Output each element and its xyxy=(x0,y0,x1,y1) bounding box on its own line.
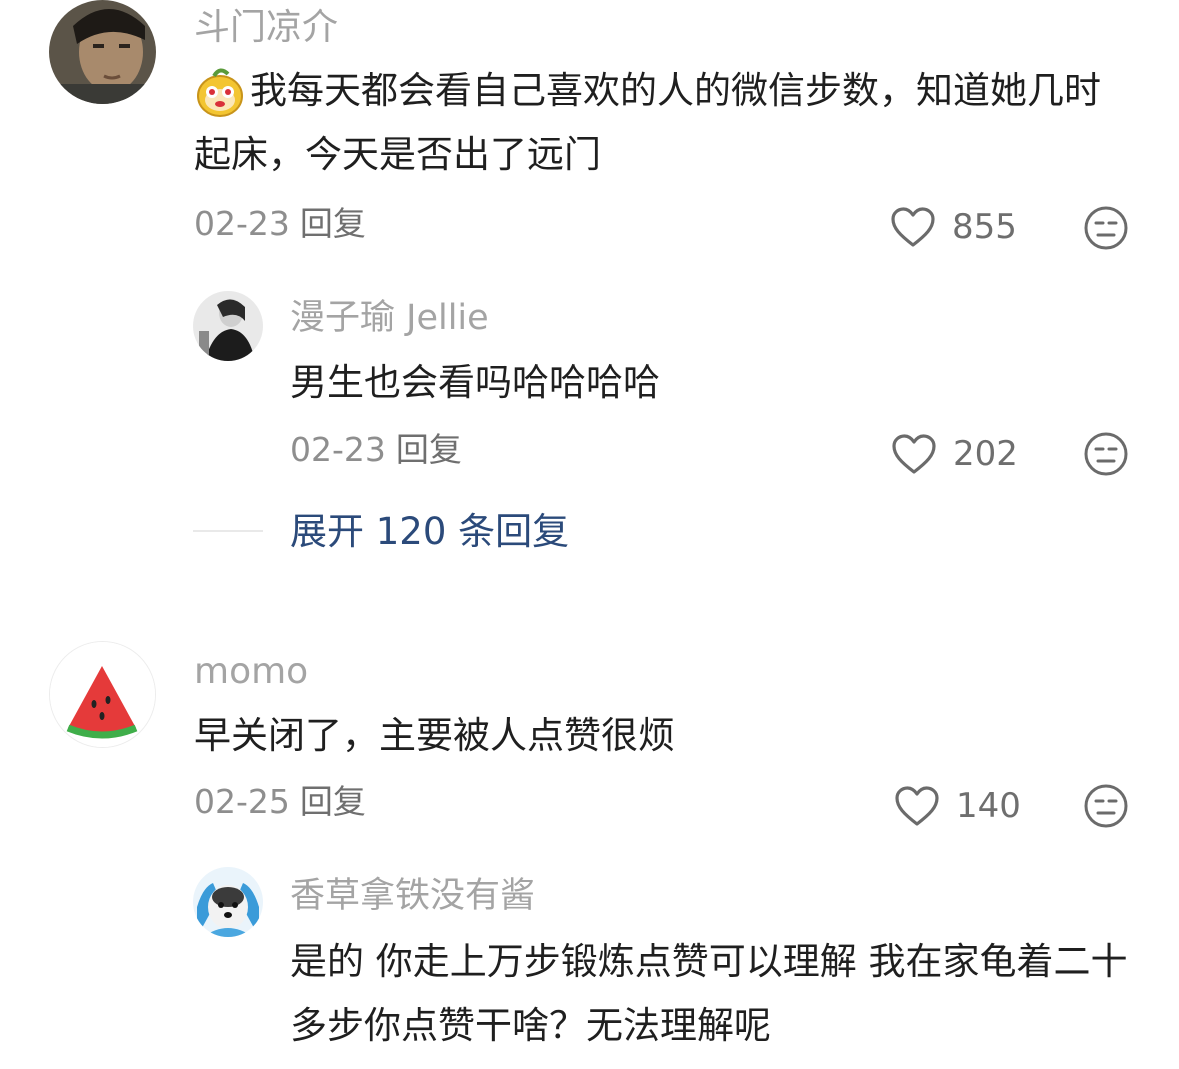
like-count: 140 xyxy=(956,786,1021,826)
comment-text: 我每天都会看自己喜欢的人的微信步数，知道她几时起床，今天是否出了远门 xyxy=(194,69,1101,176)
reply-text: 男生也会看吗哈哈哈哈 xyxy=(290,361,660,404)
comment-username[interactable]: momo xyxy=(194,650,308,694)
like-button[interactable]: 855 xyxy=(890,206,1017,248)
reply-meta: 02-23 回复 xyxy=(290,430,462,470)
like-button[interactable]: 202 xyxy=(891,433,1018,475)
comment-date: 02-25 xyxy=(194,782,290,821)
comment-date: 02-23 xyxy=(194,204,290,243)
dislike-face-icon[interactable] xyxy=(1084,784,1128,828)
dislike-face-icon[interactable] xyxy=(1084,206,1128,250)
comment-item: 斗门凉介 我每天都会看自己喜欢的人的微信步数，知道她几时起床，今天是否出了远门 … xyxy=(0,0,1179,600)
reply-button[interactable]: 回复 xyxy=(300,204,366,243)
comment-meta: 02-25 回复 xyxy=(194,782,366,822)
dislike-face-icon[interactable] xyxy=(1084,432,1128,476)
expand-divider xyxy=(193,530,263,532)
expand-replies-button[interactable]: 展开 120 条回复 xyxy=(290,509,569,555)
comment-item: momo 早关闭了，主要被人点赞很烦 02-25 回复 140 香草拿铁没有酱 xyxy=(0,630,1179,1069)
heart-outline-icon xyxy=(895,786,939,826)
comment-username[interactable]: 斗门凉介 xyxy=(194,6,338,50)
like-button[interactable]: 140 xyxy=(894,785,1021,827)
avatar[interactable] xyxy=(193,867,263,937)
comment-text: 早关闭了，主要被人点赞很烦 xyxy=(194,714,675,757)
avatar[interactable] xyxy=(49,0,156,104)
heart-outline-icon xyxy=(891,207,935,247)
reply-username[interactable]: 漫子瑜 Jellie xyxy=(290,296,489,340)
reply-button[interactable]: 回复 xyxy=(396,430,462,469)
like-count: 202 xyxy=(953,434,1018,474)
reply-button[interactable]: 回复 xyxy=(300,782,366,821)
reply-text: 是的 你走上万步锻炼点赞可以理解 我在家龟着二十多步你点赞干啥？无法理解呢 xyxy=(290,940,1128,1047)
avatar[interactable] xyxy=(49,641,156,748)
avatar[interactable] xyxy=(193,291,263,361)
comment-meta: 02-23 回复 xyxy=(194,204,366,244)
reply-date: 02-23 xyxy=(290,430,386,469)
reply-username[interactable]: 香草拿铁没有酱 xyxy=(290,874,535,918)
like-count: 855 xyxy=(952,207,1017,247)
heart-outline-icon xyxy=(892,434,936,474)
